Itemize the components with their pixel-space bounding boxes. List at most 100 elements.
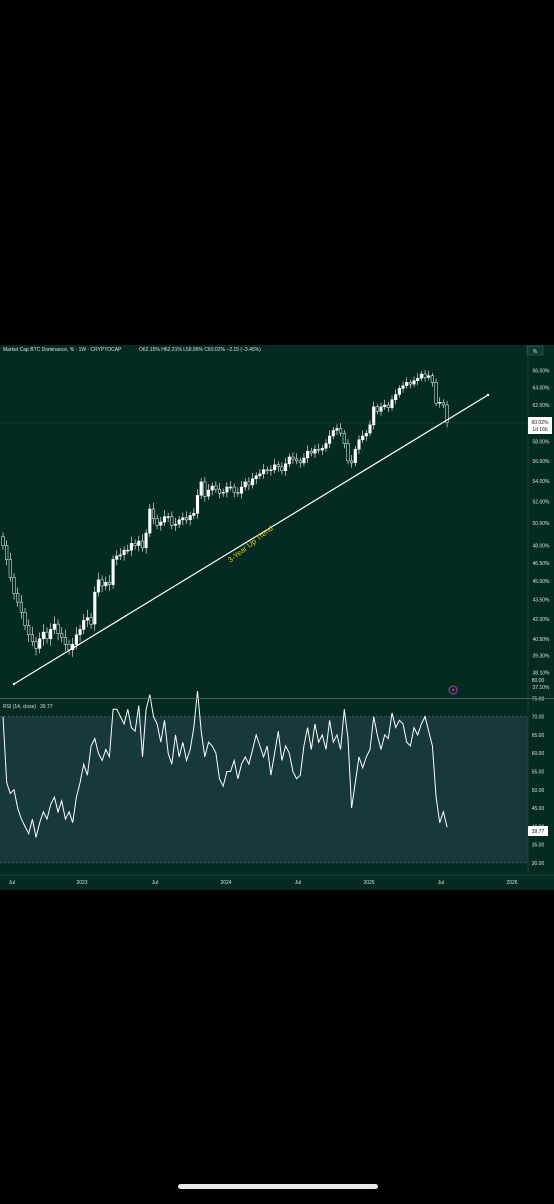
candle bbox=[85, 617, 89, 621]
home-indicator[interactable] bbox=[178, 1184, 378, 1189]
candle bbox=[441, 402, 445, 406]
candle bbox=[206, 489, 211, 497]
candle bbox=[155, 518, 159, 526]
price-axis-tick: 64.00% bbox=[533, 386, 551, 392]
candle bbox=[243, 481, 247, 488]
candle bbox=[8, 559, 12, 578]
candle bbox=[126, 549, 130, 552]
candle bbox=[129, 543, 133, 551]
candle bbox=[177, 519, 181, 525]
time-axis-label: 2026 bbox=[506, 880, 517, 886]
price-axis-tick: 38.10% bbox=[533, 670, 551, 676]
candle bbox=[412, 380, 416, 385]
candle bbox=[372, 406, 376, 426]
candle bbox=[419, 373, 423, 379]
candle bbox=[284, 463, 288, 471]
candle bbox=[78, 629, 82, 636]
candle bbox=[265, 469, 269, 472]
candle bbox=[133, 543, 137, 546]
candle bbox=[361, 435, 365, 441]
candle bbox=[298, 460, 302, 464]
candle bbox=[408, 382, 412, 385]
candle bbox=[74, 634, 78, 645]
price-axis-tick: 46.50% bbox=[533, 561, 551, 567]
candle bbox=[390, 399, 394, 408]
candle bbox=[251, 478, 255, 486]
price-axis-tick: 54.00% bbox=[533, 479, 551, 485]
rsi-axis-tick: 80.00 bbox=[532, 678, 545, 684]
rsi-last-label: 39.77 bbox=[532, 829, 545, 835]
candle bbox=[228, 486, 233, 489]
ohlc-readout: O62.15% H62.21% L59.96% C60.02% −2.15 (−… bbox=[139, 347, 261, 353]
candle bbox=[434, 382, 438, 404]
candle bbox=[397, 388, 401, 395]
candle bbox=[148, 508, 152, 534]
candle bbox=[56, 623, 60, 634]
price-axis-tick: 52.00% bbox=[533, 500, 551, 506]
time-axis-label: Jul bbox=[152, 880, 158, 886]
candle bbox=[192, 513, 196, 516]
bar-countdown-label: 1d 16h bbox=[532, 427, 548, 433]
symbol-title: Market Cap BTC Dominance, % · 1W · CRYPT… bbox=[3, 347, 122, 353]
candle bbox=[262, 469, 266, 475]
candle bbox=[225, 486, 229, 493]
rsi-axis-tick: 35.00 bbox=[532, 843, 545, 849]
candle bbox=[19, 601, 23, 613]
candle bbox=[41, 631, 45, 640]
candle bbox=[173, 523, 178, 526]
price-axis-tick: 58.00% bbox=[533, 440, 551, 446]
candle bbox=[52, 623, 56, 630]
rsi-band bbox=[0, 716, 528, 863]
trendline-anchor[interactable] bbox=[486, 393, 490, 397]
candle bbox=[247, 481, 251, 486]
rsi-axis-tick: 45.00 bbox=[532, 806, 545, 812]
candle bbox=[45, 631, 49, 640]
candle bbox=[49, 629, 53, 640]
candle bbox=[12, 577, 16, 594]
price-axis-tick: 43.50% bbox=[533, 598, 551, 604]
candle bbox=[188, 515, 192, 521]
candle bbox=[203, 481, 207, 497]
candle bbox=[258, 473, 262, 477]
candle bbox=[104, 581, 108, 587]
price-axis-tick: 42.00% bbox=[533, 617, 551, 623]
candle bbox=[100, 579, 104, 587]
candle bbox=[38, 638, 42, 649]
rsi-axis-tick: 30.00 bbox=[532, 861, 545, 867]
trendline-anchor[interactable] bbox=[12, 682, 16, 686]
candle bbox=[63, 637, 67, 645]
candle bbox=[309, 450, 313, 454]
candle bbox=[137, 540, 141, 546]
candle bbox=[34, 641, 38, 649]
candle bbox=[430, 375, 434, 383]
candle bbox=[217, 488, 222, 494]
candle bbox=[254, 475, 258, 480]
price-axis-tick: 66.00% bbox=[533, 369, 551, 375]
time-axis-label: 2024 bbox=[220, 880, 231, 886]
candle bbox=[405, 382, 409, 387]
candle bbox=[386, 404, 390, 408]
candle bbox=[5, 545, 9, 560]
candle bbox=[214, 485, 218, 490]
candle bbox=[181, 517, 185, 521]
rsi-title: RSI (14, close) bbox=[3, 704, 36, 710]
candle bbox=[320, 448, 324, 451]
candle bbox=[346, 443, 350, 462]
candle bbox=[331, 430, 335, 437]
candle bbox=[287, 456, 291, 465]
candle bbox=[368, 424, 372, 434]
candle bbox=[342, 432, 346, 444]
candle bbox=[375, 406, 379, 412]
candle bbox=[423, 373, 427, 378]
time-axis-label: Jul bbox=[438, 880, 444, 886]
candle bbox=[27, 625, 31, 636]
candle bbox=[115, 555, 119, 560]
candle bbox=[328, 435, 332, 444]
candle bbox=[339, 428, 343, 434]
candle bbox=[111, 559, 115, 585]
candle bbox=[357, 439, 361, 450]
candle bbox=[276, 464, 280, 468]
candle bbox=[60, 633, 64, 638]
candle bbox=[67, 644, 71, 651]
price-axis-tick: 45.00% bbox=[533, 579, 551, 585]
